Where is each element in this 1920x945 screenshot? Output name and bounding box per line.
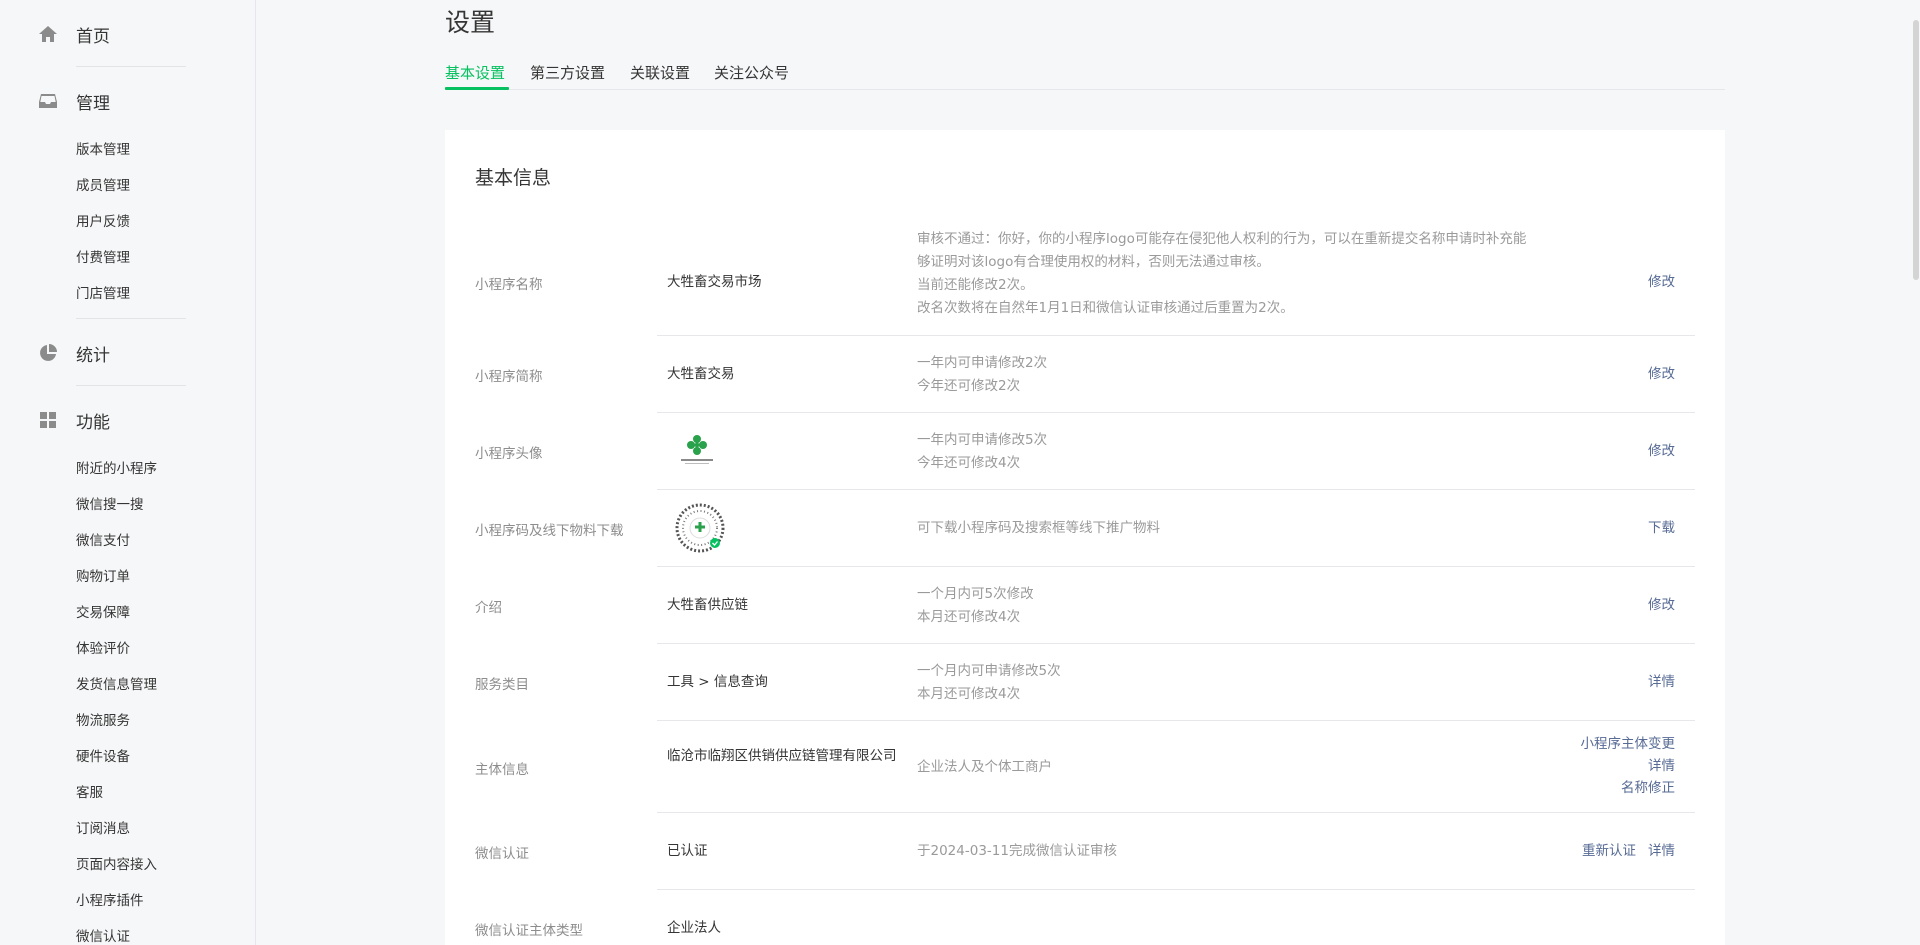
nav-divider xyxy=(76,385,186,386)
main-content: 设置 基本设置 第三方设置 关联设置 关注公众号 基本信息 小程序名称 大牲畜交… xyxy=(256,0,1920,945)
active-tab-indicator xyxy=(445,87,509,90)
tab-follow-account[interactable]: 关注公众号 xyxy=(714,62,789,83)
row-avatar: 小程序头像 一年内可申请修改5次 今年还可修改4次 修改 xyxy=(475,413,1695,490)
sidebar-item-stores[interactable]: 门店管理 xyxy=(76,285,130,303)
sidebar-item-search[interactable]: 微信搜一搜 xyxy=(76,496,144,514)
nav-divider xyxy=(76,318,186,319)
recertify-link[interactable]: 重新认证 xyxy=(1582,843,1636,859)
sidebar-item-members[interactable]: 成员管理 xyxy=(76,177,130,195)
row-desc: 可下载小程序码及搜索框等线下推广物料 xyxy=(917,520,1160,536)
sidebar-item-orders[interactable]: 购物订单 xyxy=(76,568,130,586)
sidebar-item-logistics[interactable]: 物流服务 xyxy=(76,712,130,730)
nav-features[interactable]: 功能 xyxy=(0,408,256,433)
row-value: 已认证 xyxy=(667,843,708,859)
row-desc: 一个月内可申请修改5次 本月还可修改4次 xyxy=(917,663,1061,702)
sidebar-item-nearby[interactable]: 附近的小程序 xyxy=(76,460,157,478)
row-label: 介绍 xyxy=(475,600,502,616)
row-value: 大牲畜交易 xyxy=(667,366,735,382)
sidebar-item-content[interactable]: 页面内容接入 xyxy=(76,856,157,874)
nav-stats-label: 统计 xyxy=(76,345,110,366)
basic-info-card: 基本信息 小程序名称 大牲畜交易市场 审核不通过：你好，你的小程序logo可能存… xyxy=(445,130,1725,945)
category-details-link[interactable]: 详情 xyxy=(1648,674,1675,690)
row-certification: 微信认证 已认证 于2024-03-11完成微信认证审核 重新认证 详情 xyxy=(475,813,1695,890)
nav-stats[interactable]: 统计 xyxy=(0,341,256,366)
grid-icon xyxy=(38,410,58,430)
nav-manage-label: 管理 xyxy=(76,93,110,114)
row-subject: 主体信息 临沧市临翔区供销供应链管理有限公司 企业法人及个体工商户 小程序主体变… xyxy=(475,721,1695,813)
certification-details-link[interactable]: 详情 xyxy=(1648,843,1675,859)
edit-short-name-link[interactable]: 修改 xyxy=(1648,366,1675,382)
inbox-icon xyxy=(38,91,58,111)
row-value: 大牲畜交易市场 xyxy=(667,274,762,290)
nav-home-label: 首页 xyxy=(76,26,110,47)
sidebar-item-version[interactable]: 版本管理 xyxy=(76,141,130,159)
tab-third-party[interactable]: 第三方设置 xyxy=(530,62,605,83)
row-label: 服务类目 xyxy=(475,677,529,693)
row-value: 工具 > 信息查询 xyxy=(667,674,768,690)
nav-home[interactable]: 首页 xyxy=(0,22,256,47)
row-short-name: 小程序简称 大牲畜交易 一年内可申请修改2次 今年还可修改2次 修改 xyxy=(475,336,1695,413)
row-certification-type: 微信认证主体类型 企业法人 xyxy=(475,890,1695,945)
row-desc: 一年内可申请修改5次 今年还可修改4次 xyxy=(917,432,1048,471)
row-desc: 企业法人及个体工商户 xyxy=(917,759,1052,775)
row-value: 临沧市临翔区供销供应链管理有限公司 xyxy=(667,748,897,764)
miniprogram-avatar-image xyxy=(681,435,713,464)
edit-avatar-link[interactable]: 修改 xyxy=(1648,443,1675,459)
sidebar-item-review[interactable]: 体验评价 xyxy=(76,640,130,658)
edit-name-link[interactable]: 修改 xyxy=(1648,274,1675,290)
row-name: 小程序名称 大牲畜交易市场 审核不通过：你好，你的小程序logo可能存在侵犯他人… xyxy=(475,228,1695,336)
sidebar-item-hardware[interactable]: 硬件设备 xyxy=(76,748,130,766)
row-label: 主体信息 xyxy=(475,762,529,778)
sidebar-item-feedback[interactable]: 用户反馈 xyxy=(76,213,130,231)
name-correction-link[interactable]: 名称修正 xyxy=(1621,780,1675,796)
row-label: 小程序名称 xyxy=(475,277,543,293)
subject-details-link[interactable]: 详情 xyxy=(1648,758,1675,774)
row-desc: 审核不通过：你好，你的小程序logo可能存在侵犯他人权利的行为，可以在重新提交名… xyxy=(917,231,1527,316)
nav-features-label: 功能 xyxy=(76,412,110,433)
sidebar-item-plugin[interactable]: 小程序插件 xyxy=(76,892,144,910)
edit-intro-link[interactable]: 修改 xyxy=(1648,597,1675,613)
row-label: 微信认证主体类型 xyxy=(475,923,583,939)
row-value: 企业法人 xyxy=(667,920,721,936)
sidebar-item-certify[interactable]: 微信认证 xyxy=(76,928,130,945)
subject-change-link[interactable]: 小程序主体变更 xyxy=(1581,736,1676,752)
row-qrcode: 小程序码及线下物料下载 可下载小程序码及搜索框等线下推广物料 下载 xyxy=(475,490,1695,567)
sidebar-item-payment[interactable]: 付费管理 xyxy=(76,249,130,267)
row-category: 服务类目 工具 > 信息查询 一个月内可申请修改5次 本月还可修改4次 详情 xyxy=(475,644,1695,721)
page-scrollbar[interactable] xyxy=(1912,0,1920,945)
sidebar-item-wxpay[interactable]: 微信支付 xyxy=(76,532,130,550)
download-materials-link[interactable]: 下载 xyxy=(1648,520,1675,536)
row-label: 小程序头像 xyxy=(475,446,543,462)
home-icon xyxy=(38,24,58,44)
tab-basic[interactable]: 基本设置 xyxy=(445,62,505,83)
sidebar-item-subscribe[interactable]: 订阅消息 xyxy=(76,820,130,838)
miniprogram-code-image xyxy=(675,503,725,553)
tab-association[interactable]: 关联设置 xyxy=(630,62,690,83)
sidebar-item-service[interactable]: 客服 xyxy=(76,784,103,802)
pie-chart-icon xyxy=(38,343,58,363)
card-title: 基本信息 xyxy=(475,167,552,189)
settings-tabs: 基本设置 第三方设置 关联设置 关注公众号 xyxy=(445,60,1725,90)
nav-manage[interactable]: 管理 xyxy=(0,89,256,114)
row-label: 小程序简称 xyxy=(475,369,543,385)
row-label: 小程序码及线下物料下载 xyxy=(475,523,624,539)
row-desc: 一个月内可5次修改 本月还可修改4次 xyxy=(917,586,1034,625)
sidebar-item-shipping[interactable]: 发货信息管理 xyxy=(76,676,157,694)
row-label: 微信认证 xyxy=(475,846,529,862)
row-intro: 介绍 大牲畜供应链 一个月内可5次修改 本月还可修改4次 修改 xyxy=(475,567,1695,644)
row-desc: 于2024-03-11完成微信认证审核 xyxy=(917,843,1117,859)
page-title: 设置 xyxy=(445,8,496,37)
nav-divider xyxy=(76,66,186,67)
row-desc: 一年内可申请修改2次 今年还可修改2次 xyxy=(917,355,1048,394)
sidebar-item-guarantee[interactable]: 交易保障 xyxy=(76,604,130,622)
row-value: 大牲畜供应链 xyxy=(667,597,748,613)
sidebar: 首页 管理 版本管理 成员管理 用户反馈 付费管理 门店管理 统计 功能 附近的… xyxy=(0,0,256,945)
scrollbar-thumb[interactable] xyxy=(1913,20,1919,280)
